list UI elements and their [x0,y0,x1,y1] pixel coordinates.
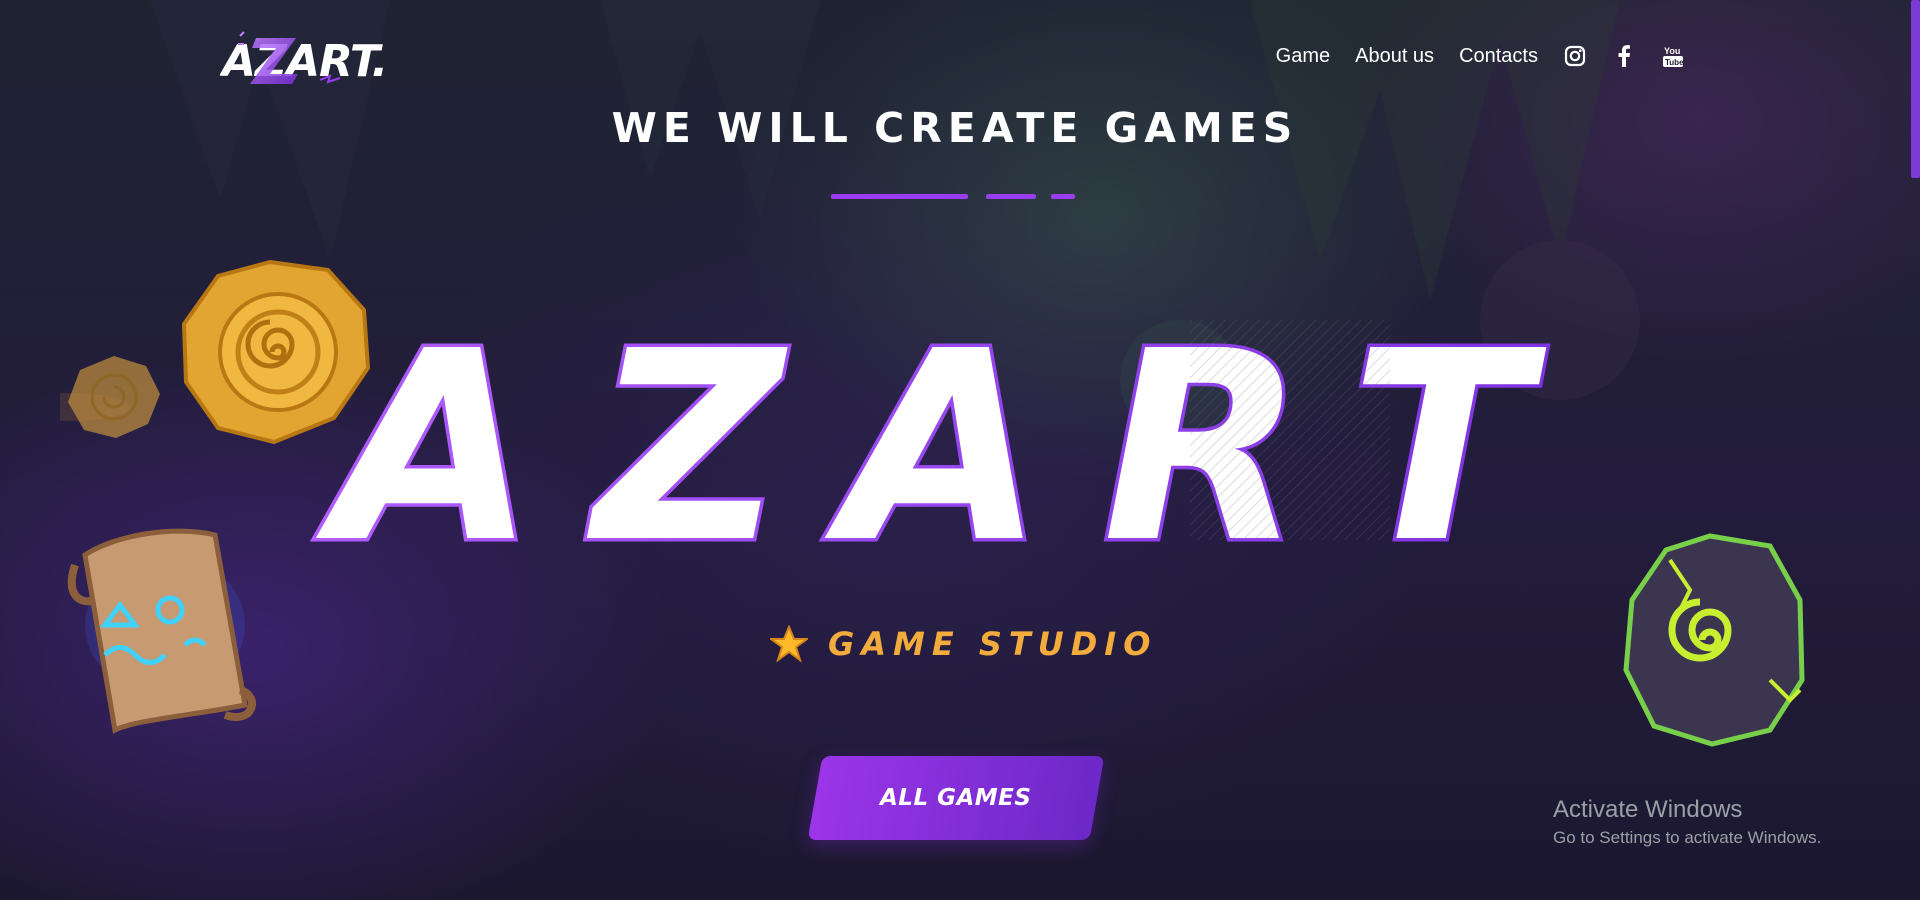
svg-text:Tube: Tube [1665,58,1683,67]
headline-divider [831,194,1075,199]
page-scrollbar[interactable] [1911,0,1920,178]
all-games-button-label: ALL GAMES [880,785,1032,811]
activate-windows-subtitle: Go to Settings to activate Windows. [1553,828,1822,847]
svg-text:You: You [1664,46,1680,56]
gold-coin-icon [181,259,371,445]
logo-text: AZART. [220,36,387,87]
star-icon [770,625,808,663]
rune-stone-icon [1623,533,1805,747]
activate-windows-watermark: Activate Windows Go to Settings to activ… [1553,796,1821,848]
azart-big-word: AZART [312,300,1587,570]
youtube-icon[interactable]: You Tube [1661,44,1685,68]
small-coin-icon [60,356,160,438]
game-studio-text: GAME STUDIO [828,625,1158,663]
hero-headline: WE WILL CREATE GAMES [611,104,1299,152]
nav-link-game[interactable]: Game [1276,45,1330,68]
main-nav: Game About us Contacts You Tube [1276,44,1685,68]
game-studio-label: GAME STUDIO [770,625,1157,663]
instagram-icon[interactable] [1563,44,1587,68]
magic-scroll-icon [67,528,256,734]
activate-windows-title: Activate Windows [1553,796,1743,823]
nav-link-about-us[interactable]: About us [1355,45,1434,68]
nav-link-contacts[interactable]: Contacts [1459,45,1538,68]
logo[interactable]: AZART. [220,30,420,88]
all-games-button[interactable]: ALL GAMES [807,756,1105,840]
facebook-icon[interactable] [1612,44,1636,68]
